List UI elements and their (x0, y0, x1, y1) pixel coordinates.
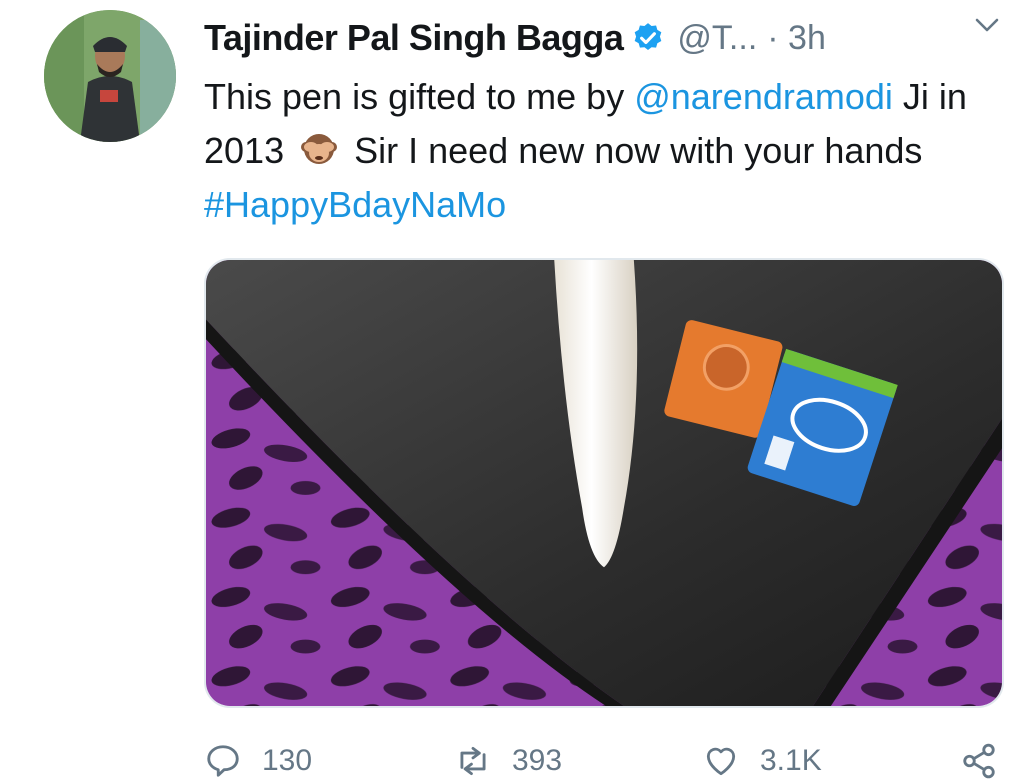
tweet-text-part: Sir I need new now with your hands (344, 130, 923, 171)
author-handle[interactable]: @T... (677, 19, 757, 58)
tweet-media-image[interactable] (204, 258, 1004, 708)
tweet-header: Tajinder Pal Singh Bagga @T... · 3h (204, 12, 1004, 64)
tweet-timestamp[interactable]: · 3h (767, 19, 826, 58)
reply-button[interactable]: 130 (204, 738, 312, 783)
retweet-count: 393 (512, 743, 563, 777)
author-name[interactable]: Tajinder Pal Singh Bagga (204, 17, 624, 59)
retweet-button[interactable]: 393 (454, 738, 562, 783)
tweet-text: This pen is gifted to me by @narendramod… (204, 70, 1004, 232)
tweet-text-part: This pen is gifted to me by (204, 76, 635, 117)
see-no-evil-monkey-emoji (298, 129, 340, 171)
reply-icon (207, 744, 239, 777)
verified-badge-icon (631, 21, 665, 55)
author-avatar[interactable] (44, 10, 176, 142)
retweet-icon (460, 746, 486, 775)
share-button[interactable] (960, 738, 1018, 783)
hashtag-link[interactable]: #HappyBdayNaMo (204, 184, 506, 225)
like-button[interactable]: 3.1K (702, 738, 822, 783)
chevron-down-icon[interactable] (972, 10, 1002, 40)
share-icon (963, 743, 995, 778)
reply-count: 130 (262, 743, 313, 777)
mention-link[interactable]: @narendramodi (634, 76, 893, 117)
like-icon (706, 747, 736, 775)
tweet-actions: 130 393 3.1K (204, 738, 1004, 783)
like-count: 3.1K (760, 743, 822, 777)
